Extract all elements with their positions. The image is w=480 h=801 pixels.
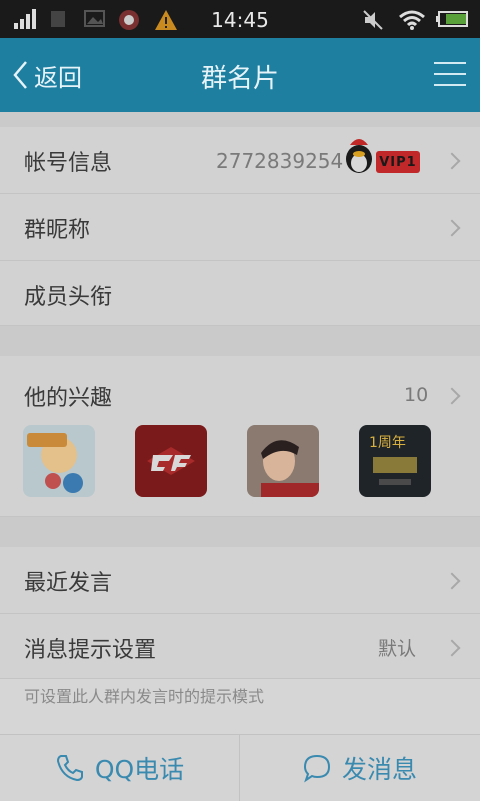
interest-item-portrait[interactable] (247, 425, 319, 497)
svg-text:1周年: 1周年 (369, 435, 406, 451)
chevron-left-icon (13, 61, 27, 89)
recent-posts-label: 最近发言 (24, 571, 113, 596)
back-button[interactable]: 返回 (12, 58, 82, 92)
qq-penguin-icon (346, 139, 372, 173)
nav-bar: 返回 群名片 (0, 38, 480, 112)
chevron-right-icon (443, 152, 461, 170)
qq-call-button[interactable]: QQ电话 (0, 735, 239, 801)
anniversary-game-icon: 1周年 (359, 425, 431, 497)
account-number: 2772839254 (216, 149, 344, 173)
battery-icon (436, 11, 468, 27)
chevron-right-icon (443, 572, 461, 590)
game-app-icon (23, 425, 95, 497)
group-nickname-label: 群昵称 (24, 218, 91, 243)
chevron-right-icon (443, 387, 461, 405)
qq-call-label: QQ电话 (94, 755, 185, 784)
interests-count: 10 (404, 384, 429, 406)
notification-settings-label: 消息提示设置 (24, 638, 157, 663)
chevron-right-icon (443, 639, 461, 657)
chat-bubble-icon (303, 754, 330, 783)
section-gap (0, 326, 480, 356)
account-info-label: 帐号信息 (24, 151, 113, 176)
send-message-button[interactable]: 发消息 (240, 735, 479, 801)
crossfire-app-icon (135, 425, 207, 497)
phone-icon (56, 755, 83, 782)
portrait-photo (247, 425, 319, 497)
interest-item-anniversary-game[interactable]: 1周年 (359, 425, 431, 497)
section-gap (0, 112, 480, 127)
member-title-row[interactable]: 成员头衔 (0, 261, 480, 326)
member-title-label: 成员头衔 (24, 285, 113, 310)
status-bar: 14:45 (0, 0, 480, 38)
bottom-action-bar: QQ电话 发消息 (0, 734, 480, 801)
notification-settings-value: 默认 (378, 638, 417, 660)
group-nickname-row[interactable]: 群昵称 (0, 194, 480, 261)
vip-badge: VIP1 (376, 151, 420, 173)
send-message-label: 发消息 (341, 755, 417, 784)
section-gap (0, 517, 480, 547)
back-label: 返回 (34, 63, 82, 92)
recent-posts-row[interactable]: 最近发言 (0, 547, 480, 614)
mute-icon (363, 10, 383, 30)
chevron-right-icon (443, 219, 461, 237)
interests-label: 他的兴趣 (24, 386, 113, 411)
wifi-icon (399, 10, 425, 30)
notification-settings-row[interactable]: 消息提示设置 默认 (0, 614, 480, 679)
interest-item-game[interactable] (23, 425, 95, 497)
notification-hint: 可设置此人群内发言时的提示模式 (24, 687, 265, 706)
interest-item-crossfire[interactable] (135, 425, 207, 497)
menu-icon[interactable] (434, 60, 466, 88)
